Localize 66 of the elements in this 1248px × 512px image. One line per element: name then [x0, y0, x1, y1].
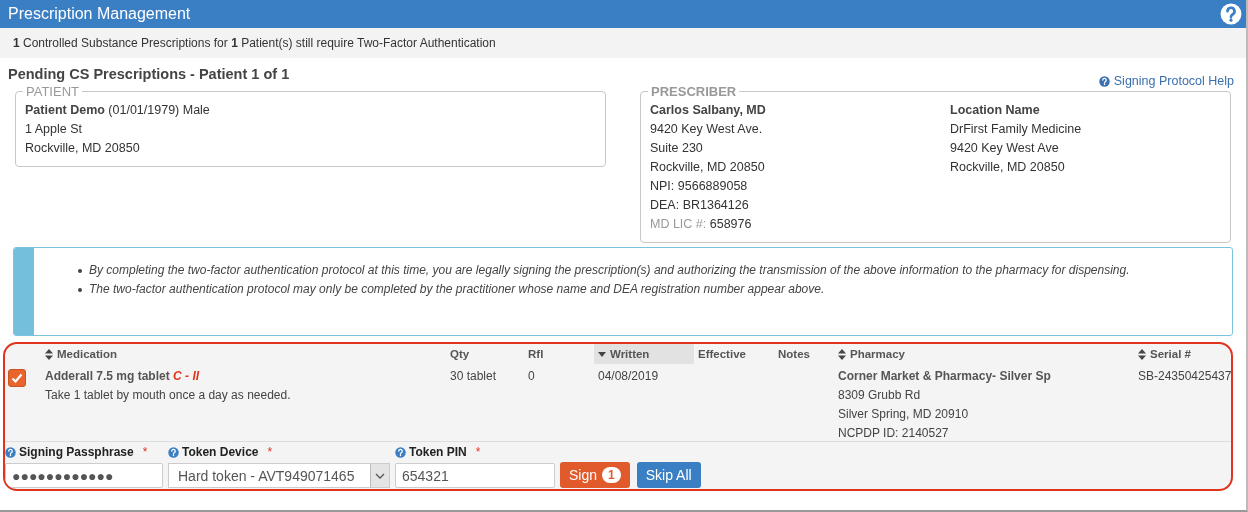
- field-label: Signing Passphrase: [19, 445, 134, 459]
- prescriber-detail: Suite 230: [650, 140, 704, 157]
- bullet-icon: [78, 269, 82, 273]
- prescriber-name: Carlos Salbany, MD: [650, 102, 767, 119]
- count-badge: 1: [602, 467, 621, 483]
- input-field[interactable]: ●●●●●●●●●●●●: [5, 463, 163, 488]
- medication-instructions: Take 1 tablet by mouth once a day as needed.: [45, 387, 291, 404]
- column-header[interactable]: Qty: [446, 344, 524, 364]
- license-number: 658976: [709, 217, 752, 231]
- help-icon[interactable]: [168, 446, 179, 458]
- help-icon[interactable]: [1220, 3, 1242, 25]
- help-icon[interactable]: [395, 446, 406, 458]
- required-marker: *: [267, 445, 273, 459]
- prescriber-detail: NPI: 9566889058: [650, 178, 749, 195]
- column-header[interactable]: Rfl: [524, 344, 594, 364]
- sort-icon: [838, 348, 846, 360]
- sort-icon: [1138, 348, 1146, 360]
- medication-name: Adderall 7.5 mg tablet C - II: [45, 368, 200, 385]
- column-header[interactable]: Pharmacy: [834, 344, 1134, 364]
- pharmacy-detail: Silver Spring, MD 20910: [838, 406, 969, 423]
- field-label: Token PIN: [409, 445, 467, 459]
- column-header[interactable]: Medication: [41, 344, 446, 364]
- location-line: 9420 Key West Ave: [950, 140, 1060, 157]
- location-line: DrFirst Family Medicine: [950, 121, 1083, 138]
- table-cell-text: 30 tablet: [449, 368, 498, 385]
- help-link[interactable]: Signing Protocol Help: [1098, 74, 1234, 88]
- prescriber-detail: 9420 Key West Ave.: [650, 121, 764, 138]
- dropdown-field[interactable]: Hard token - AVT949071465: [168, 463, 390, 488]
- column-header[interactable]: Notes: [774, 344, 834, 364]
- notice-text: By completing the two-factor authentication protocol at this time, you are legally signing the prescription(s) and authorizing the transmission of the above information to the pharmacy for dispensing.: [89, 262, 1130, 279]
- window-title: Prescription Management: [8, 5, 191, 23]
- required-marker: *: [475, 445, 481, 459]
- table-cell-text: 0: [527, 368, 536, 385]
- license-label: MD LIC #:: [650, 217, 707, 231]
- panel-legend: PATIENT: [23, 84, 82, 99]
- notice-text: The two-factor authentication protocol may only be completed by the practitioner whose name and DEA registration number appear above.: [89, 281, 825, 298]
- patient-name: Patient Demo (01/01/1979) Male: [25, 102, 211, 119]
- table-cell-text: SB-24350425437: [1137, 368, 1231, 385]
- sort-icon: [45, 348, 53, 360]
- pharmacy-detail: 8309 Grubb Rd: [838, 387, 921, 404]
- input-field[interactable]: 654321: [395, 463, 555, 488]
- address-line: Rockville, MD 20850: [25, 140, 141, 157]
- bullet-icon: [78, 288, 82, 292]
- pharmacy-detail: NCPDP ID: 2140527: [838, 425, 949, 442]
- sort-descending-icon: [598, 351, 606, 357]
- panel-legend: PRESCRIBER: [648, 84, 740, 99]
- help-icon[interactable]: [5, 446, 16, 458]
- table-cell-text: 04/08/2019: [597, 368, 660, 385]
- prescriber-detail: Rockville, MD 20850: [650, 159, 766, 176]
- column-header[interactable]: Effective: [694, 344, 774, 364]
- prescriber-detail: DEA: BR1364126: [650, 197, 750, 214]
- checkbox[interactable]: [8, 369, 26, 387]
- column-header[interactable]: Written: [594, 344, 694, 364]
- help-icon[interactable]: [1098, 75, 1110, 87]
- status-message: 1 Controlled Substance Prescriptions for 1 Patient(s) still require Two-Factor Authentication: [13, 36, 496, 50]
- skip-all-button[interactable]: Skip All: [636, 462, 701, 488]
- section-heading: Pending CS Prescriptions - Patient 1 of 1: [8, 66, 290, 82]
- address-line: 1 Apple St: [25, 121, 83, 138]
- column-header[interactable]: Serial #: [1134, 344, 1231, 364]
- field-label: Token Device: [182, 445, 259, 459]
- required-marker: *: [142, 445, 148, 459]
- location-line: Rockville, MD 20850: [950, 159, 1066, 176]
- location-title: Location Name: [950, 102, 1041, 119]
- sign-button[interactable]: Sign 1: [560, 462, 630, 488]
- pharmacy-name: Corner Market & Pharmacy- Silver Sp: [838, 368, 1051, 385]
- caret-icon: [375, 472, 385, 479]
